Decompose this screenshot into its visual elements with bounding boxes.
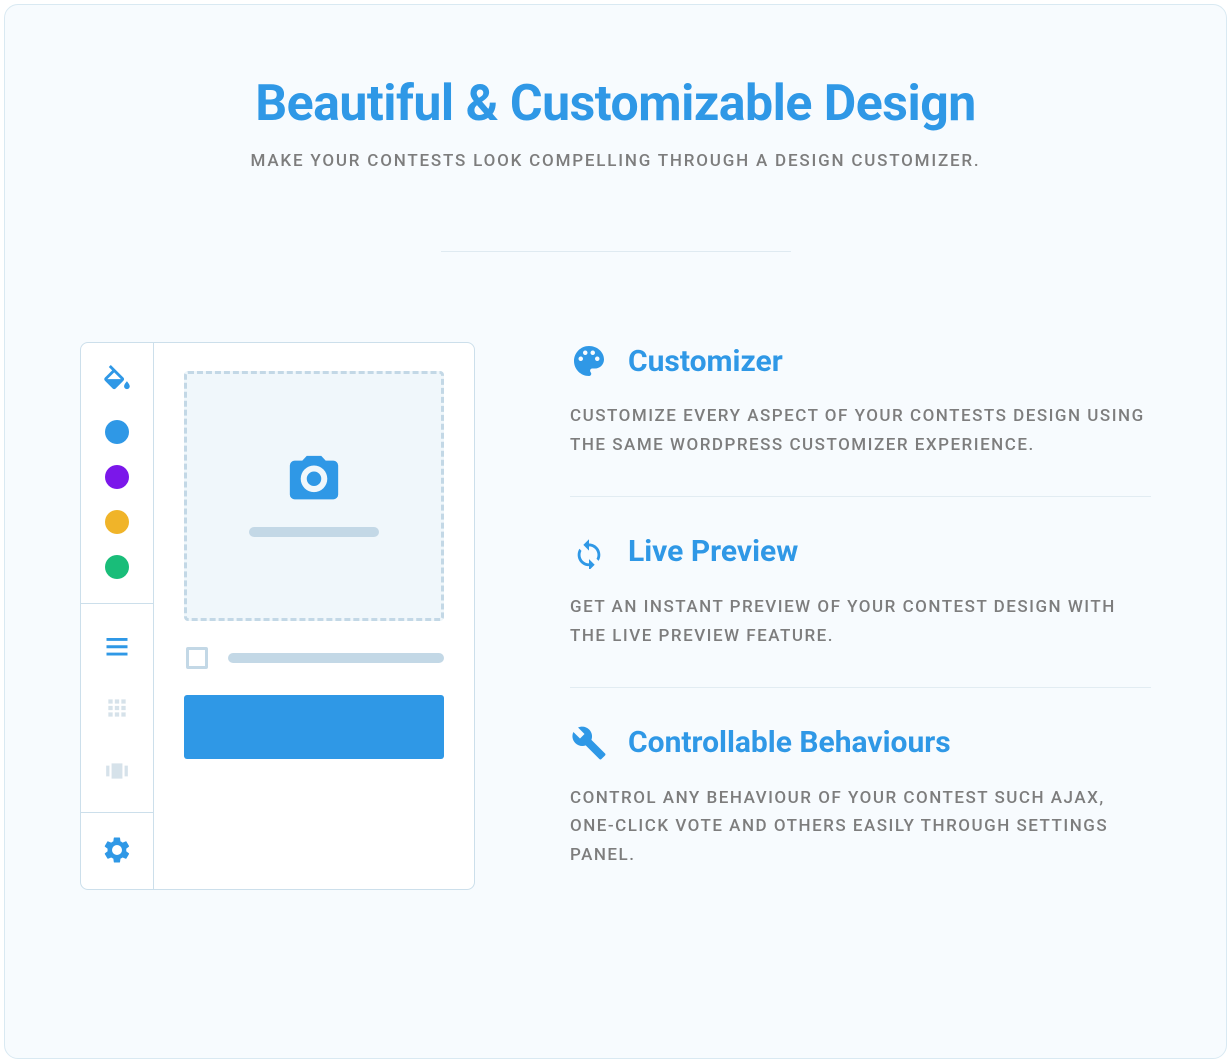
- customizer-mock: [80, 342, 475, 890]
- camera-icon: [285, 455, 343, 505]
- wrench-icon: [570, 724, 608, 762]
- color-swatch-blue[interactable]: [105, 420, 129, 444]
- mock-sidebar-colors: [81, 343, 153, 604]
- feature-customizer: Customizer CUSTOMIZE EVERY ASPECT OF YOU…: [570, 342, 1151, 496]
- feature-title: Controllable Behaviours: [628, 725, 951, 760]
- refresh-icon: [570, 533, 608, 571]
- divider: [441, 251, 791, 252]
- promo-card: Beautiful & Customizable Design MAKE YOU…: [4, 4, 1227, 1059]
- color-swatch-green[interactable]: [105, 555, 129, 579]
- mock-sidebar-layout: [81, 604, 153, 813]
- feature-live-preview: Live Preview GET AN INSTANT PREVIEW OF Y…: [570, 496, 1151, 687]
- mock-sidebar-settings: [81, 813, 153, 889]
- feature-header: Customizer: [570, 342, 1151, 380]
- feature-desc: CUSTOMIZE EVERY ASPECT OF YOUR CONTESTS …: [570, 402, 1151, 460]
- placeholder-text: [228, 653, 444, 663]
- feature-desc: CONTROL ANY BEHAVIOUR OF YOUR CONTEST SU…: [570, 784, 1151, 871]
- feature-header: Live Preview: [570, 533, 1151, 571]
- image-dropzone[interactable]: [184, 371, 444, 621]
- checkbox-row: [184, 647, 444, 669]
- content-row: Customizer CUSTOMIZE EVERY ASPECT OF YOU…: [75, 342, 1156, 906]
- carousel-icon[interactable]: [102, 756, 132, 786]
- color-swatch-purple[interactable]: [105, 465, 129, 489]
- feature-behaviours: Controllable Behaviours CONTROL ANY BEHA…: [570, 687, 1151, 907]
- feature-list: Customizer CUSTOMIZE EVERY ASPECT OF YOU…: [570, 342, 1151, 906]
- grid-icon[interactable]: [102, 693, 132, 723]
- checkbox[interactable]: [186, 647, 208, 669]
- mock-sidebar: [81, 343, 154, 889]
- feature-header: Controllable Behaviours: [570, 724, 1151, 762]
- gear-icon[interactable]: [102, 835, 132, 865]
- feature-desc: GET AN INSTANT PREVIEW OF YOUR CONTEST D…: [570, 593, 1151, 651]
- feature-title: Live Preview: [628, 534, 798, 569]
- placeholder-bar: [249, 527, 379, 537]
- palette-icon: [570, 342, 608, 380]
- menu-icon[interactable]: [102, 630, 132, 660]
- page-subtitle: MAKE YOUR CONTESTS LOOK COMPELLING THROU…: [75, 151, 1156, 171]
- mock-canvas: [154, 343, 474, 889]
- feature-title: Customizer: [628, 344, 783, 379]
- paint-bucket-icon: [100, 365, 134, 399]
- color-swatch-yellow[interactable]: [105, 510, 129, 534]
- page-title: Beautiful & Customizable Design: [75, 75, 1156, 133]
- submit-button[interactable]: [184, 695, 444, 759]
